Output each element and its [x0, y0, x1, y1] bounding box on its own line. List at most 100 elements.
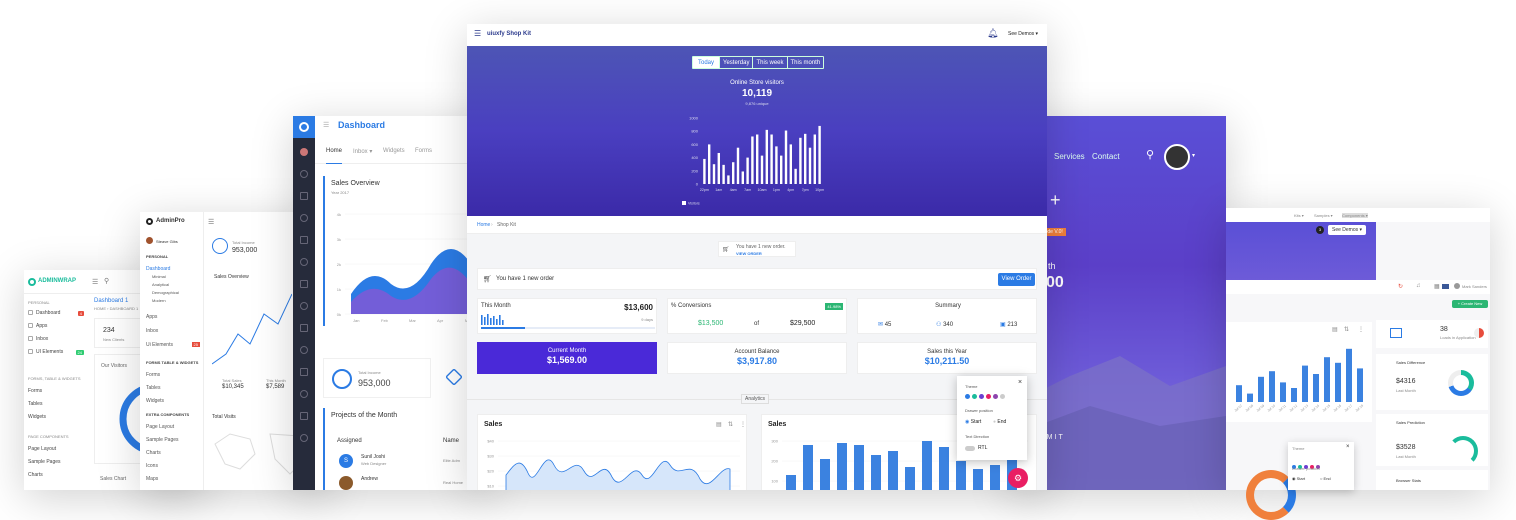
see-demos-dropdown[interactable]: See Demos ▾	[1008, 31, 1038, 37]
sidebar-item[interactable]: Sample Pages	[28, 459, 61, 465]
color-swatch[interactable]	[1000, 394, 1005, 399]
grid-icon[interactable]: ▦	[1434, 283, 1440, 290]
sidebar-item[interactable]: Analytical	[152, 282, 169, 287]
more-icon[interactable]: ⋮	[740, 421, 746, 428]
sidebar-item[interactable]: Page Layout	[28, 446, 56, 452]
view-order-button[interactable]: View Order	[998, 273, 1035, 286]
sidebar-item[interactable]: Charts	[28, 472, 43, 478]
sidebar-item[interactable]: Ui Elements 25	[146, 342, 202, 348]
sidebar-item[interactable]: Inbox	[146, 328, 202, 334]
user-icon[interactable]	[300, 170, 308, 178]
user-name[interactable]: Mark Sanders	[1462, 284, 1487, 289]
map-icon[interactable]	[300, 412, 308, 420]
tab-home[interactable]: Home	[326, 148, 343, 164]
sidebar-item[interactable]: Demographical	[152, 290, 179, 295]
sidebar-item[interactable]: Icons	[146, 463, 158, 469]
rtl-toggle[interactable]	[965, 446, 975, 451]
gear-icon[interactable]	[300, 192, 308, 200]
sidebar-item[interactable]: Widgets	[28, 414, 46, 420]
tab-yesterday[interactable]: Yesterday	[719, 57, 752, 68]
list-icon[interactable]	[300, 434, 308, 442]
tab-forms[interactable]: Forms	[415, 148, 432, 154]
file-icon[interactable]	[300, 258, 308, 266]
sidebar-item[interactable]: Dashboard	[146, 266, 170, 272]
nav-components[interactable]: Components ▾	[1342, 213, 1368, 218]
sidebar-item[interactable]: Modern	[152, 298, 166, 303]
sidebar-item[interactable]: Apps	[28, 323, 84, 333]
sidebar-item[interactable]: Forms	[28, 388, 42, 394]
nav-samples[interactable]: Samples ▾	[1314, 213, 1333, 218]
sidebar-item[interactable]: Tables	[146, 385, 160, 391]
nav-services[interactable]: Services	[1054, 152, 1085, 161]
avatar[interactable]	[1164, 144, 1190, 170]
sales-year: Year 2017	[331, 190, 350, 195]
refresh-icon[interactable]: ↻	[1398, 283, 1403, 290]
avatar[interactable]	[300, 148, 308, 156]
color-swatch[interactable]	[965, 394, 970, 399]
start-radio[interactable]: ◉ Start	[965, 419, 981, 425]
tab-this-month[interactable]: This month	[786, 57, 824, 68]
more-icon[interactable]: ⋮	[1358, 326, 1364, 333]
chart-icon[interactable]	[300, 236, 308, 244]
sidebar-item[interactable]: Page Layout	[146, 424, 174, 430]
start-radio[interactable]: ◉ Start	[1292, 476, 1305, 481]
end-radio[interactable]: ● End	[993, 419, 1006, 425]
visitors-unique: 9,876 unique	[745, 101, 769, 106]
mail-icon[interactable]	[300, 214, 308, 222]
pen-icon[interactable]	[300, 390, 308, 398]
sidebar-item[interactable]: Apps	[146, 314, 202, 320]
tab-this-week[interactable]: This week	[752, 57, 786, 68]
close-icon[interactable]: ×	[1018, 379, 1022, 386]
order-toast[interactable]: 🛒︎ You have 1 new order. VIEW ORDER	[718, 241, 796, 257]
nav-contact[interactable]: Contact	[1092, 152, 1120, 161]
calendar-icon[interactable]: ▤	[1332, 326, 1338, 333]
notification-icon[interactable]: 🔔︎	[987, 28, 998, 39]
sidebar-item[interactable]: Forms	[146, 372, 160, 378]
sidebar-item[interactable]: Dashboard 4	[28, 310, 84, 320]
see-demos-button[interactable]: See Demos ▾	[1328, 225, 1367, 235]
hamburger-icon[interactable]: ☰	[323, 121, 329, 129]
color-swatch[interactable]	[972, 394, 977, 399]
sidebar-item[interactable]: Widgets	[146, 398, 164, 404]
color-swatch[interactable]	[986, 394, 991, 399]
sidebar-item[interactable]: Minimal	[152, 274, 166, 279]
sidebar-item[interactable]: Maps	[146, 476, 158, 482]
close-icon[interactable]: ×	[1346, 444, 1350, 450]
sidebar-item[interactable]: Tables	[28, 401, 42, 407]
crumb-home[interactable]: Home	[477, 222, 490, 228]
grid-icon[interactable]	[300, 302, 308, 310]
sidebar-item-label: Apps	[36, 323, 48, 329]
stat-label: Loads in Application	[1440, 335, 1476, 340]
x-tick-label: Jan	[353, 318, 359, 323]
chevron-down-icon[interactable]: ▾	[1192, 152, 1195, 159]
hamburger-icon[interactable]: ☰	[474, 29, 481, 38]
sidebar-item[interactable]: Inbox	[28, 336, 84, 346]
sidebar-item[interactable]: Sample Pages	[146, 437, 179, 443]
panel-shopkit: ☰ uiuxfy Shop Kit 🔔︎ See Demos ▾ Today Y…	[467, 24, 1047, 490]
end-radio[interactable]: ○ End	[1320, 476, 1331, 481]
sort-icon[interactable]: ⇅	[1344, 326, 1349, 333]
avatar[interactable]	[1454, 283, 1460, 289]
layout-icon[interactable]	[300, 324, 308, 332]
nav-kits[interactable]: Kits ▾	[1294, 213, 1304, 218]
sidebar-item[interactable]: UI Elements 24	[28, 349, 84, 359]
settings-fab[interactable]: ⚙	[1008, 468, 1028, 488]
tab-inbox[interactable]: Inbox ▾	[353, 148, 372, 155]
sort-icon[interactable]: ⇅	[728, 421, 733, 428]
bell-icon[interactable]: ♫	[1416, 283, 1421, 289]
toast-link[interactable]: VIEW ORDER	[736, 251, 762, 256]
create-new-button[interactable]: + Create New	[1452, 300, 1488, 308]
calendar-icon[interactable]: ▤	[716, 421, 722, 428]
table-icon[interactable]	[300, 280, 308, 288]
page-icon[interactable]	[300, 368, 308, 376]
sidebar-item[interactable]: Charts	[146, 450, 161, 456]
hamburger-icon[interactable]: ☰	[208, 218, 214, 226]
tab-widgets[interactable]: Widgets	[383, 148, 405, 154]
color-swatch[interactable]	[979, 394, 984, 399]
search-icon[interactable]: ⚲	[104, 277, 109, 285]
widget-icon[interactable]	[300, 346, 308, 354]
color-swatch[interactable]	[993, 394, 998, 399]
hamburger-icon[interactable]: ☰	[92, 278, 98, 286]
search-icon[interactable]: ⚲	[1146, 148, 1154, 161]
tab-today[interactable]: Today	[693, 57, 720, 68]
